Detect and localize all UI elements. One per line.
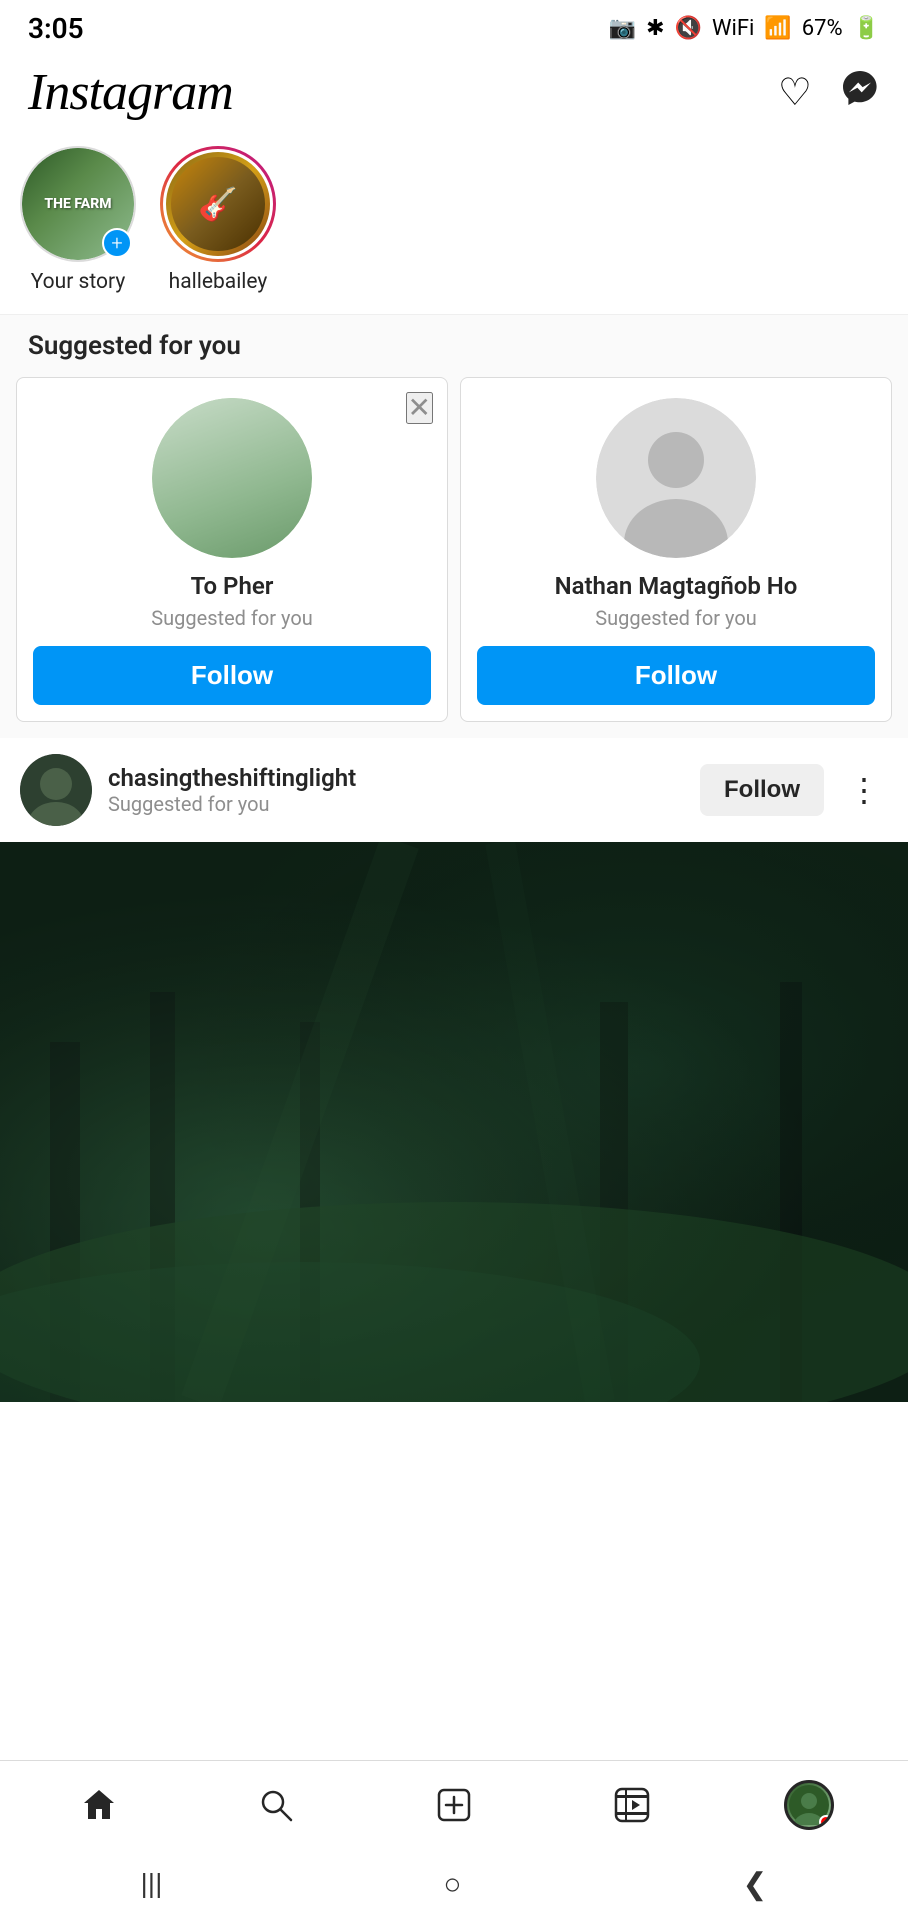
camera-icon: 📷 (609, 16, 636, 41)
app-header: Instagram ♡ (0, 53, 908, 136)
post-image (0, 842, 908, 1402)
suggested-title: Suggested for you (0, 331, 908, 377)
status-time: 3:05 (28, 12, 84, 45)
story-item-your-story[interactable]: THE FARM + Your story (20, 146, 136, 294)
post-user-info: chasingtheshiftinglight Suggested for yo… (108, 764, 684, 816)
follow-post-author-button[interactable]: Follow (700, 764, 824, 816)
post-suggested-label: Suggested for you (108, 792, 684, 816)
battery-icon: 🔋 (853, 16, 880, 41)
nav-profile[interactable] (720, 1761, 898, 1848)
status-icons: 📷 ✱ 🔇 WiFi 📶 67% 🔋 (609, 16, 880, 41)
nathan-sub: Suggested for you (595, 606, 757, 630)
status-bar: 3:05 📷 ✱ 🔇 WiFi 📶 67% 🔋 (0, 0, 908, 53)
home-button[interactable]: ○ (443, 1867, 461, 1902)
bluetooth-icon: ✱ (646, 16, 664, 41)
create-icon (436, 1787, 472, 1823)
nathan-avatar (596, 398, 756, 558)
stories-section: THE FARM + Your story hallebailey (0, 136, 908, 314)
to-pher-sub: Suggested for you (151, 606, 313, 630)
mute-icon: 🔇 (675, 16, 702, 41)
bottom-navigation (0, 1760, 908, 1848)
nav-home[interactable] (10, 1761, 188, 1848)
home-icon (81, 1787, 117, 1823)
profile-notification-dot (819, 1815, 833, 1829)
to-pher-avatar (152, 398, 312, 558)
nav-reels[interactable] (543, 1761, 721, 1848)
follow-nathan-button[interactable]: Follow (477, 646, 875, 705)
follow-to-pher-button[interactable]: Follow (33, 646, 431, 705)
post-author-avatar[interactable] (20, 754, 92, 826)
profile-avatar-nav (784, 1780, 834, 1830)
post-more-options-button[interactable]: ⋮ (840, 771, 888, 809)
back-button[interactable]: ❮ (742, 1867, 767, 1902)
header-action-icons: ♡ (778, 68, 880, 118)
recents-button[interactable]: ||| (140, 1867, 162, 1902)
nav-search[interactable] (188, 1761, 366, 1848)
nav-create[interactable] (365, 1761, 543, 1848)
suggested-cards-container: ✕ (0, 377, 908, 738)
post-header: chasingtheshiftinglight Suggested for yo… (0, 738, 908, 842)
search-icon (258, 1787, 294, 1823)
post-container: chasingtheshiftinglight Suggested for yo… (0, 738, 908, 1402)
add-story-button[interactable]: + (102, 228, 132, 258)
nathan-name: Nathan Magtagñob Ho (555, 572, 798, 600)
wifi-icon: WiFi (712, 16, 754, 41)
system-navigation: ||| ○ ❮ (0, 1848, 908, 1920)
post-username[interactable]: chasingtheshiftinglight (108, 764, 684, 792)
battery-level: 67% (802, 16, 843, 41)
to-pher-name: To Pher (191, 572, 274, 600)
story-item-hallebailey[interactable]: hallebailey (160, 146, 276, 294)
hallebailey-label: hallebailey (169, 270, 268, 294)
suggested-card-to-pher: ✕ (16, 377, 448, 722)
notifications-icon[interactable]: ♡ (778, 70, 812, 115)
reels-icon (614, 1787, 650, 1823)
messenger-icon[interactable] (840, 68, 880, 118)
suggested-card-nathan: Nathan Magtagñob Ho Suggested for you Fo… (460, 377, 892, 722)
close-to-pher-button[interactable]: ✕ (406, 392, 433, 424)
signal-icon: 📶 (764, 16, 791, 41)
hallebailey-avatar (166, 152, 270, 256)
your-story-label: Your story (31, 270, 126, 294)
app-logo: Instagram (28, 63, 233, 122)
suggested-section: Suggested for you ✕ (0, 314, 908, 738)
